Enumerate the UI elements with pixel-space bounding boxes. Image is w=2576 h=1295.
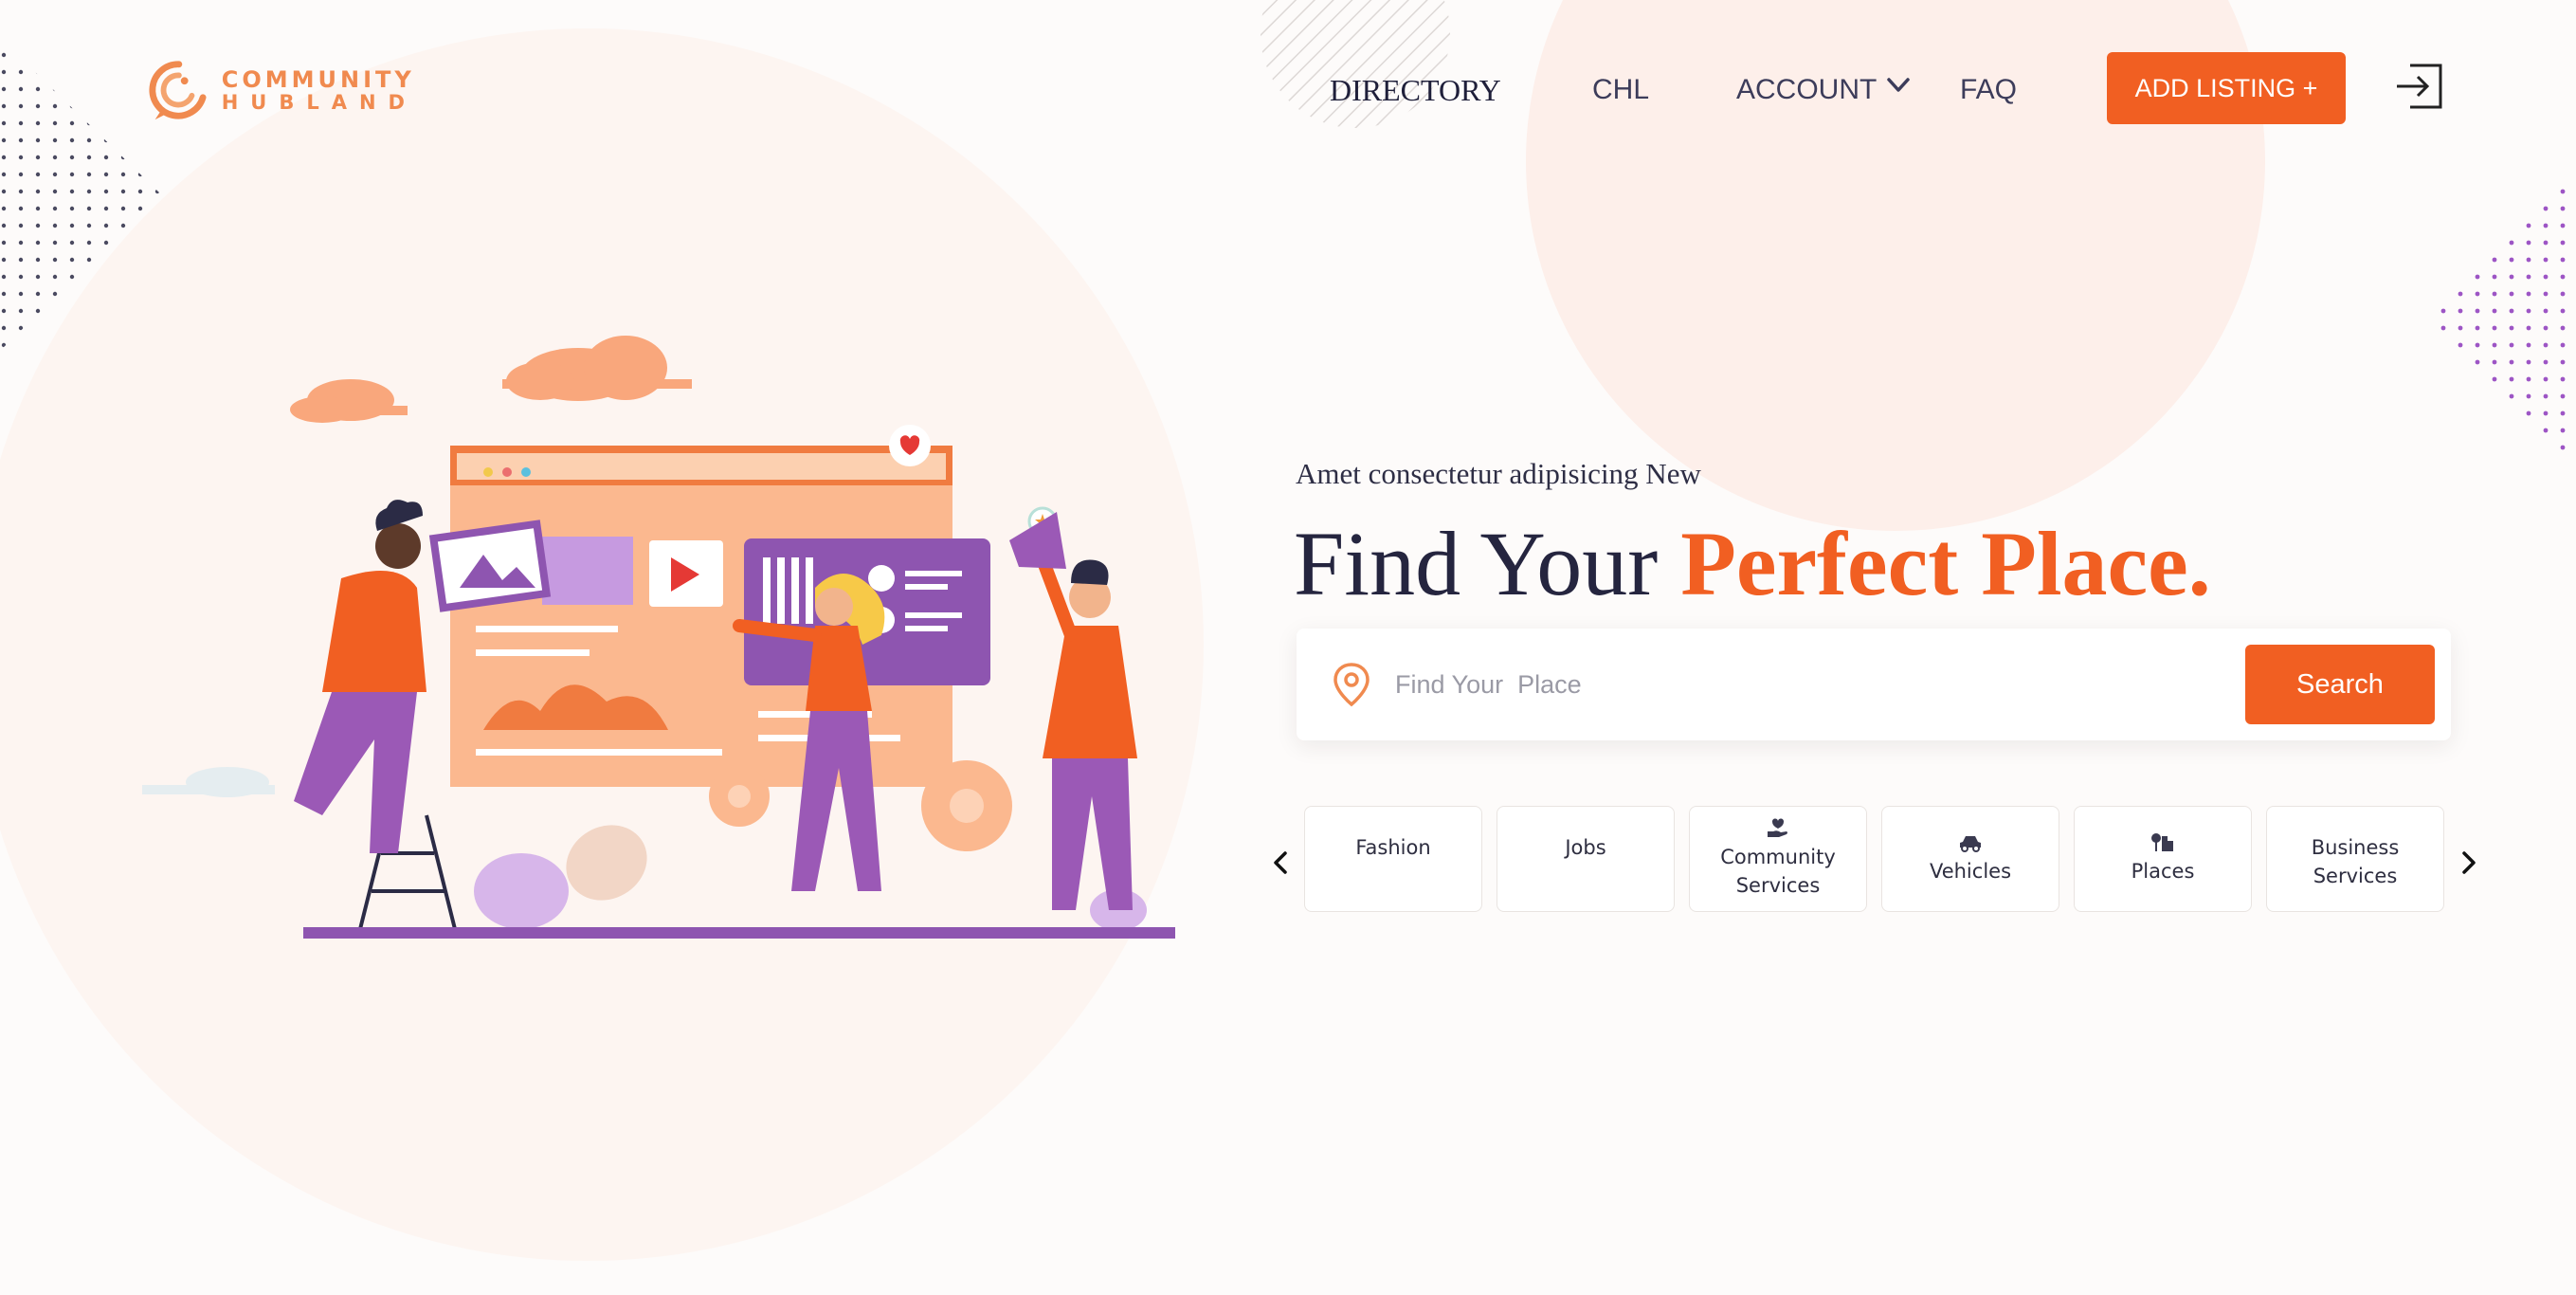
category-label: Vehicles — [1929, 860, 2012, 883]
brand-name-line2: HUBLAND — [221, 90, 417, 114]
nav-directory[interactable]: DIRECTORY — [1330, 66, 1501, 114]
category-label: Community Services — [1720, 846, 1836, 897]
places-icon — [2151, 833, 2173, 851]
brand-name-line1: COMMUNITY — [221, 65, 415, 93]
category-places[interactable]: Places — [2074, 806, 2252, 912]
login-icon[interactable] — [2393, 60, 2446, 113]
hero-eyebrow: Amet consectetur adipisicing New — [1296, 457, 1701, 490]
nav-account-label: ACCOUNT — [1736, 74, 1878, 105]
category-label: Places — [2131, 860, 2195, 883]
category-business-services[interactable]: Business Services — [2266, 806, 2444, 912]
category-label: Fashion — [1355, 836, 1431, 859]
cloud-icon — [290, 336, 692, 423]
carousel-next-arrow-icon[interactable] — [2455, 844, 2483, 882]
search-input[interactable] — [1395, 655, 2248, 714]
location-pin-icon — [1333, 663, 1370, 707]
hand-heart-icon — [1768, 818, 1787, 837]
vehicle-icon — [1960, 836, 1981, 852]
add-listing-button[interactable]: ADD LISTING + — [2107, 52, 2346, 124]
headline-plain: Find Your — [1294, 513, 1681, 614]
nav-faq[interactable]: FAQ — [1960, 66, 2017, 114]
carousel-prev-arrow-icon[interactable] — [1266, 844, 1295, 882]
category-label: Business Services — [2311, 836, 2400, 887]
category-label: Jobs — [1565, 836, 1606, 859]
category-fashion[interactable]: Fashion — [1304, 806, 1482, 912]
nav-account[interactable]: ACCOUNT — [1736, 66, 1911, 114]
hero-illustration — [142, 336, 1175, 939]
category-jobs[interactable]: Jobs — [1497, 806, 1675, 912]
hero-headline: Find Your Perfect Place. — [1294, 512, 2211, 616]
logo-icon — [149, 61, 207, 120]
search-box: Search — [1297, 629, 2451, 740]
category-vehicles[interactable]: Vehicles — [1881, 806, 2059, 912]
chevron-down-icon — [1887, 78, 1911, 92]
nav-chl[interactable]: CHL — [1592, 66, 1649, 114]
headline-accent: Perfect Place. — [1680, 513, 2211, 614]
category-community-services[interactable]: Community Services — [1689, 806, 1867, 912]
search-button[interactable]: Search — [2245, 645, 2435, 724]
brand-logo[interactable]: COMMUNITY HUBLAND — [142, 52, 417, 128]
